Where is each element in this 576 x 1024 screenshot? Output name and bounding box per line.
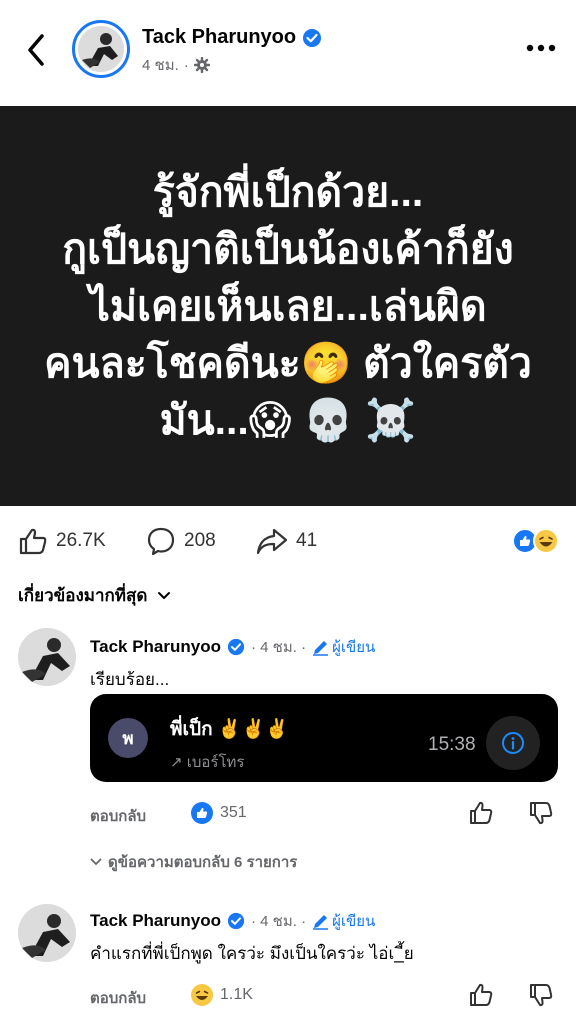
filter-label: เกี่ยวข้องมากที่สุด [18,586,148,605]
call-time: 15:38 [428,734,476,755]
view-replies-label: ดูข้อความตอบกลับ 6 รายการ [108,854,298,871]
chevron-down-icon [90,858,102,865]
comment-filter-dropdown[interactable]: เกี่ยวข้องมากที่สุด [18,582,171,609]
commenter-avatar[interactable] [18,628,76,686]
comment-author-name[interactable]: Tack Pharunyoo [90,911,221,931]
info-button [486,716,540,770]
comment-time: · 4 ชม. · [251,913,307,930]
meta-separator: · [183,56,189,74]
comment-reactions[interactable]: 1.1K [190,983,253,1007]
comment-author-line: Tack Pharunyoo · 4 ชม. · ผู้เขียน [90,909,375,933]
reaction-summary[interactable] [512,528,560,554]
comment-author-name[interactable]: Tack Pharunyoo [90,637,221,657]
post-header: Tack Pharunyoo 4 ชม. · [0,0,576,100]
chevron-down-icon [158,591,171,599]
comment-text: คำแรกที่พี่เป็กพูด ใครว่ะ มึงเป็นใครว่ะ … [90,944,414,963]
comment-count: 208 [184,530,216,551]
reply-button[interactable]: ตอบกลับ [90,804,146,828]
author-badge: ผู้เขียน [312,909,375,933]
page-name[interactable]: Tack Pharunyoo [142,26,322,49]
author-badge-label: ผู้เขียน [332,913,376,930]
like-count: 26.7K [56,530,106,551]
reply-button[interactable]: ตอบกลับ [90,986,146,1010]
more-options-icon[interactable] [524,38,558,58]
comment-button[interactable]: 208 [146,526,216,556]
like-reaction-icon [191,802,213,824]
thumbs-down-icon[interactable] [528,800,554,826]
reaction-count: 1.1K [220,986,253,1003]
comment-bubble-icon [147,527,175,556]
gear-privacy-icon [193,57,210,73]
verified-badge-icon [227,912,245,930]
call-log-image[interactable]: พ พี่เป็ก ✌️✌️✌️ ↗ เบอร์โทร 15:38 [90,694,558,782]
verified-badge-icon [303,28,322,47]
page-name-text[interactable]: Tack Pharunyoo [142,26,296,49]
contact-name: พี่เป็ก ✌️✌️✌️ [170,719,289,740]
haha-reaction-icon [191,984,213,1006]
comment-author-line: Tack Pharunyoo · 4 ชม. · ผู้เขียน [90,635,375,659]
haha-reaction-icon [533,528,559,554]
post-time: 4 ชม. [142,57,179,74]
verified-badge-icon [227,638,245,656]
share-arrow-icon [256,528,288,555]
view-replies-link[interactable]: ดูข้อความตอบกลับ 6 รายการ [90,850,297,874]
back-arrow-icon[interactable] [18,30,54,70]
post-image[interactable]: รู้จักพี่เป็กด้วย... กูเป็นญาติเป็นน้องเ… [0,106,576,506]
comment-reactions[interactable]: 351 [190,801,247,825]
pencil-icon [313,914,329,930]
like-button[interactable]: 26.7K [18,526,106,556]
author-badge-label: ผู้เขียน [332,639,376,656]
commenter-avatar[interactable] [18,904,76,962]
author-badge: ผู้เขียน [312,635,375,659]
info-icon [502,732,524,754]
contact-avatar: พ [108,718,148,758]
comment-text: เรียบร้อย... [90,670,170,689]
action-bar: 26.7K 208 41 [0,518,576,562]
share-button[interactable]: 41 [256,526,317,556]
post-meta: 4 ชม. · [142,53,210,77]
thumbs-down-icon[interactable] [528,982,554,1008]
page-avatar[interactable] [72,20,130,78]
reaction-count: 351 [220,804,247,821]
share-count: 41 [296,530,318,551]
avatar-photo [78,26,124,72]
thumbs-up-icon[interactable] [468,800,494,826]
post-image-text: รู้จักพี่เป็กด้วย... กูเป็นญาติเป็นน้องเ… [44,168,532,443]
thumbs-up-icon [19,528,47,555]
comment-time: · 4 ชม. · [251,639,307,656]
call-type: ↗ เบอร์โทร [170,754,245,771]
thumbs-up-icon[interactable] [468,982,494,1008]
pencil-icon [313,640,329,656]
